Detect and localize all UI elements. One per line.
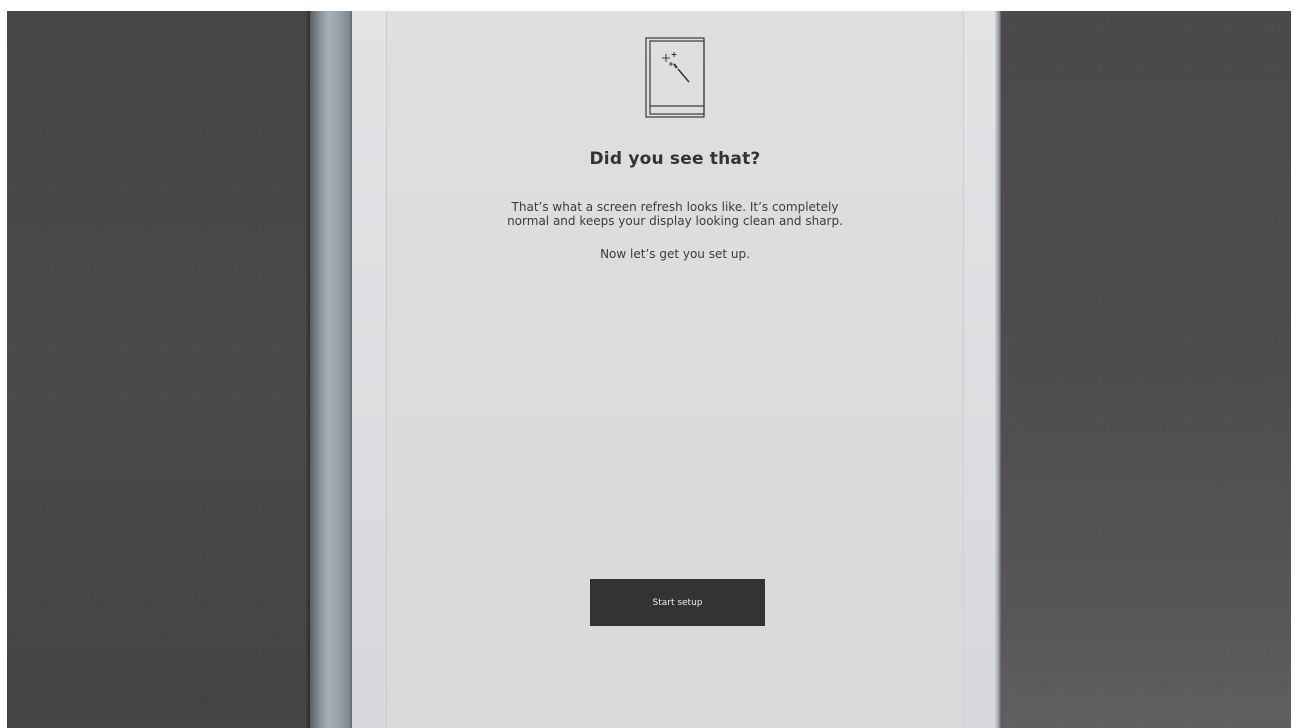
magic-wand-tablet-icon: [645, 37, 707, 119]
device-screen: Did you see that? That’s what a screen r…: [386, 11, 964, 728]
page-title: Did you see that?: [589, 149, 761, 169]
start-setup-button[interactable]: Start setup: [590, 579, 765, 626]
setup-prompt: Now let’s get you set up.: [600, 247, 750, 261]
device-spine: [310, 11, 352, 728]
refresh-explanation-line-2: normal and keeps your display looking cl…: [507, 214, 843, 228]
device-edge: [995, 11, 1001, 728]
refresh-explanation: That’s what a screen refresh looks like.…: [447, 200, 903, 228]
desk-surface-left: [7, 11, 310, 728]
desk-surface-right: [1001, 11, 1291, 728]
device-photo: Did you see that? That’s what a screen r…: [7, 11, 1291, 728]
refresh-explanation-line-1: That’s what a screen refresh looks like.…: [511, 200, 839, 214]
